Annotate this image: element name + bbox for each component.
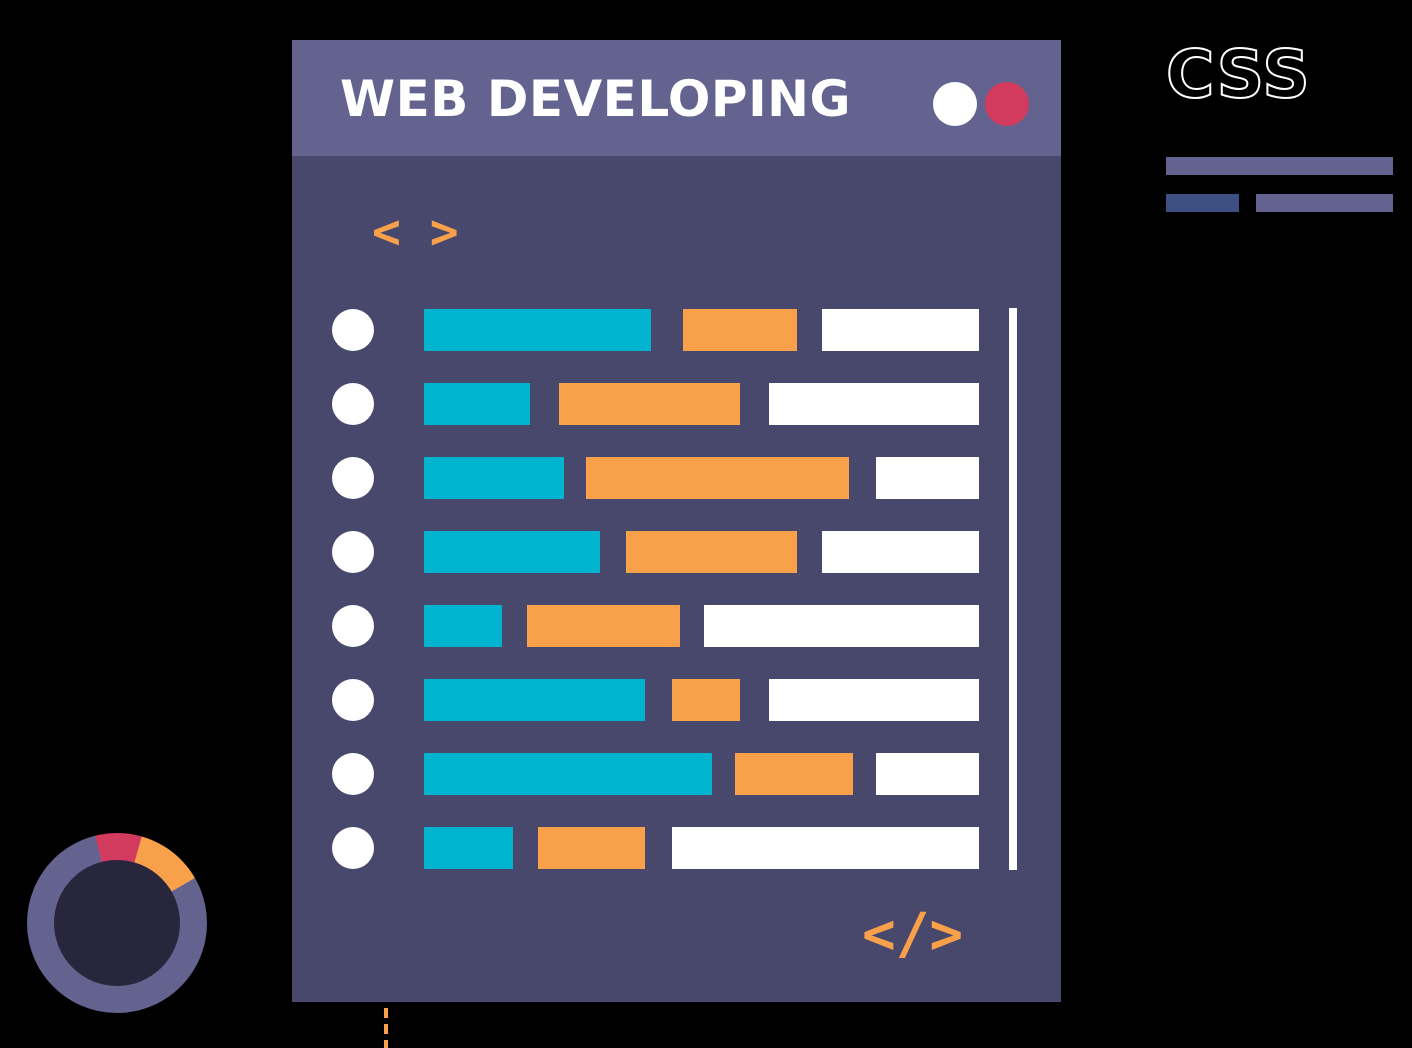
code-segment [538,827,645,869]
code-segment [672,827,979,869]
code-segment [672,679,740,721]
code-segment [424,309,651,351]
code-segment [769,679,979,721]
code-segment [822,531,979,573]
code-segment [822,309,979,351]
code-segment [424,383,530,425]
css-line-short-dark [1166,194,1239,212]
row-bullet-icon [332,605,374,647]
open-tag-icon: < > [372,204,459,260]
code-segment [424,827,513,869]
window-titlebar: WEB DEVELOPING [292,40,1061,156]
code-segment [424,531,600,573]
code-segment [424,457,564,499]
css-line-long [1166,157,1393,175]
code-segment [586,457,849,499]
code-segment [424,753,712,795]
row-bullet-icon [332,531,374,573]
donut-center [54,860,180,986]
dashed-connector [384,1008,388,1048]
row-bullet-icon [332,309,374,351]
white-circle-icon[interactable] [933,82,977,126]
code-segment [876,457,979,499]
code-segment [683,309,797,351]
window-title: WEB DEVELOPING [340,70,852,128]
close-tag-icon: </> [862,902,964,967]
row-bullet-icon [332,383,374,425]
code-segment [424,605,502,647]
red-circle-icon[interactable] [985,82,1029,126]
row-bullet-icon [332,679,374,721]
code-segment [735,753,853,795]
code-segment [769,383,979,425]
code-segment [559,383,740,425]
row-bullet-icon [332,827,374,869]
code-segment [527,605,680,647]
code-segment [424,679,645,721]
css-label: CSS [1165,35,1311,114]
css-line-short [1256,194,1393,212]
row-bullet-icon [332,457,374,499]
row-bullet-icon [332,753,374,795]
code-segment [876,753,979,795]
code-segment [704,605,979,647]
scrollbar[interactable] [1009,308,1017,870]
web-developing-window: WEB DEVELOPING < > </> [292,40,1061,1002]
code-segment [626,531,797,573]
